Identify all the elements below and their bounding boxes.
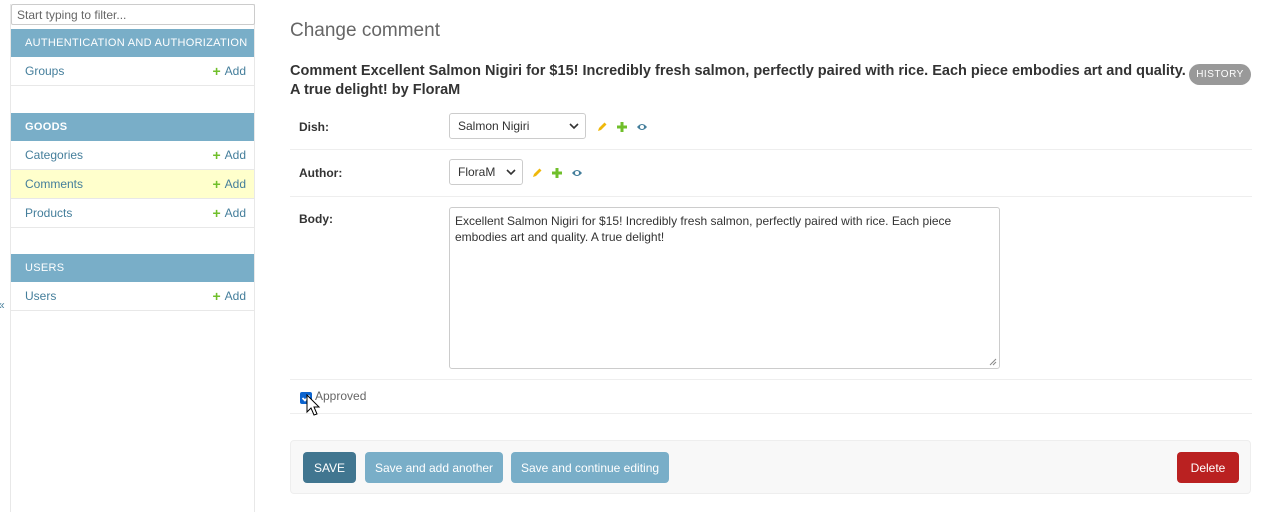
module-caption-users[interactable]: Users (11, 254, 254, 282)
module-goods: Goods Categories + Add Comments + Add Pr… (11, 113, 254, 228)
pencil-icon[interactable] (531, 167, 543, 179)
module-users: Users Users + Add (11, 254, 254, 311)
pencil-icon[interactable] (596, 121, 608, 133)
products-add-link[interactable]: + Add (212, 206, 246, 220)
save-and-continue-button[interactable]: Save and continue editing (511, 452, 669, 483)
add-label: Add (224, 64, 246, 78)
categories-link[interactable]: Categories (25, 148, 83, 162)
save-button[interactable]: SAVE (303, 452, 356, 483)
dish-related-actions (596, 121, 648, 133)
approved-row: Approved (290, 380, 1252, 416)
sidebar-item-categories: Categories + Add (11, 141, 254, 170)
page-title: Change comment (290, 20, 440, 41)
dish-row: Dish: Salmon Nigiri (290, 103, 1252, 150)
approved-label: Approved (315, 389, 367, 403)
object-title: Comment Excellent Salmon Nigiri for $15!… (290, 63, 1186, 98)
delete-button[interactable]: Delete (1177, 452, 1239, 483)
history-button[interactable]: HISTORY (1189, 64, 1251, 85)
plus-icon: + (212, 288, 221, 304)
module-caption-goods[interactable]: Goods (11, 113, 254, 141)
dish-label: Dish: (299, 120, 329, 134)
author-label: Author: (299, 166, 343, 180)
comments-link[interactable]: Comments (25, 177, 83, 191)
module-caption-authentication[interactable]: Authentication and Authorization (11, 29, 254, 57)
body-textarea[interactable]: Excellent Salmon Nigiri for $15! Incredi… (449, 207, 1000, 369)
add-label: Add (224, 289, 246, 303)
plus-icon: + (212, 205, 221, 221)
resize-handle-icon[interactable] (989, 358, 997, 366)
add-label: Add (224, 177, 246, 191)
sidebar-item-products: Products + Add (11, 199, 254, 228)
add-label: Add (224, 206, 246, 220)
sidebar-item-users: Users + Add (11, 282, 254, 311)
eye-icon[interactable] (571, 167, 583, 179)
dish-select[interactable]: Salmon Nigiri (449, 113, 586, 139)
add-label: Add (224, 148, 246, 162)
plus-icon: + (212, 176, 221, 192)
author-selected-value: FloraM (458, 165, 496, 179)
author-row: Author: FloraM (290, 150, 1252, 197)
products-link[interactable]: Products (25, 206, 72, 220)
comments-add-link[interactable]: + Add (212, 177, 246, 191)
nav-filter-input[interactable] (11, 4, 255, 25)
chevron-down-icon (569, 123, 579, 130)
author-related-actions (531, 167, 583, 179)
body-row: Body: Excellent Salmon Nigiri for $15! I… (290, 197, 1252, 380)
categories-add-link[interactable]: + Add (212, 148, 246, 162)
submit-row: SAVE Save and add another Save and conti… (290, 440, 1251, 494)
groups-link[interactable]: Groups (25, 64, 64, 78)
plus-icon[interactable] (551, 167, 563, 179)
plus-icon: + (212, 147, 221, 163)
sidebar-nav: Authentication and Authorization Groups … (10, 4, 255, 512)
save-and-add-another-button[interactable]: Save and add another (365, 452, 503, 483)
sidebar-item-groups: Groups + Add (11, 57, 254, 86)
author-select[interactable]: FloraM (449, 159, 523, 185)
sidebar-item-comments: Comments + Add (11, 170, 254, 199)
module-authentication: Authentication and Authorization Groups … (11, 29, 254, 86)
users-add-link[interactable]: + Add (212, 289, 246, 303)
dish-selected-value: Salmon Nigiri (458, 119, 530, 133)
eye-icon[interactable] (636, 121, 648, 133)
plus-icon: + (212, 63, 221, 79)
chevron-down-icon (506, 169, 516, 176)
mouse-cursor-icon (306, 394, 321, 416)
sidebar-collapse-toggle[interactable]: « (0, 298, 5, 312)
change-form: Change comment Comment Excellent Salmon … (290, 0, 1252, 512)
body-text: Excellent Salmon Nigiri for $15! Incredi… (455, 214, 952, 244)
groups-add-link[interactable]: + Add (212, 64, 246, 78)
body-label: Body: (299, 212, 333, 226)
users-link[interactable]: Users (25, 289, 56, 303)
plus-icon[interactable] (616, 121, 628, 133)
